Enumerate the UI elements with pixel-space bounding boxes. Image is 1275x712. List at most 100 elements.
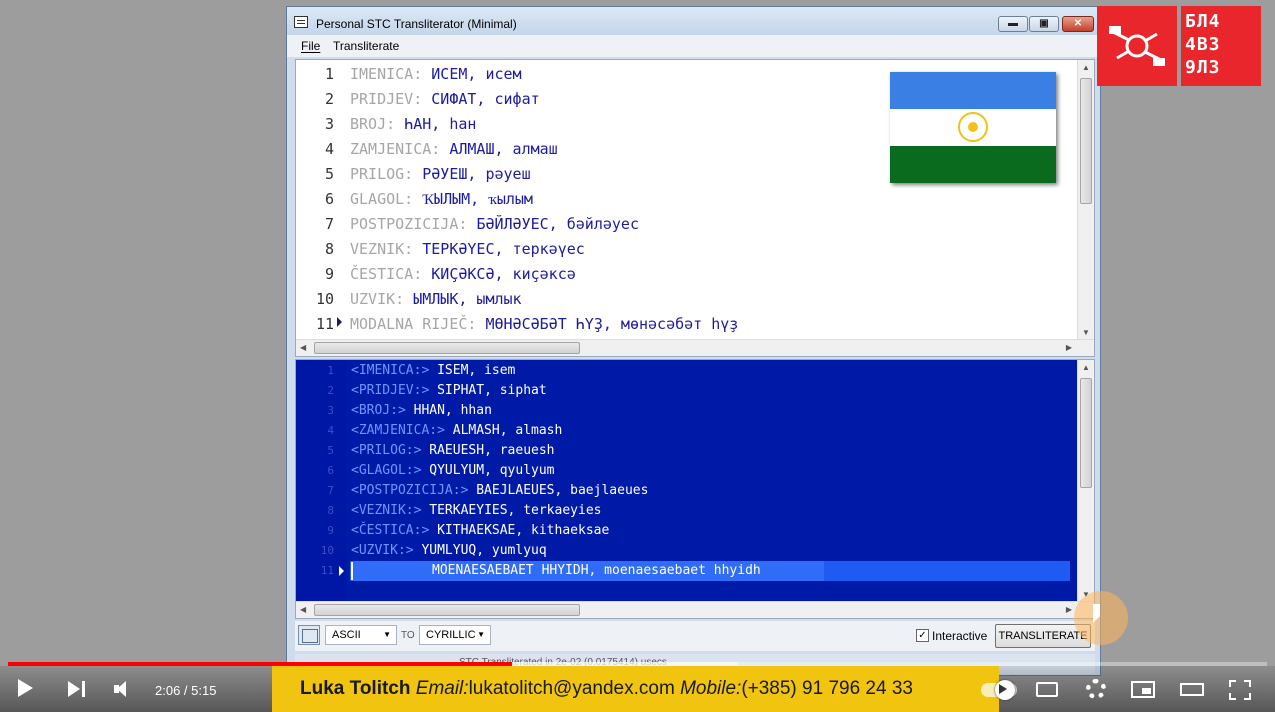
logo-text: БЛ4 4В3 9Л3 (1185, 11, 1221, 78)
code-line[interactable]: 1 <IMENICA:> ISEM, isem (296, 361, 1036, 381)
code-line[interactable]: 11 MODALNA RIJEČ: МӨНӘСӘБӘТ ҺҮҘ, мөнәсәбә… (296, 312, 1036, 337)
volume-icon[interactable] (114, 681, 128, 697)
menu-file[interactable]: File (301, 39, 320, 53)
code-line[interactable]: 3 <BROJ:> HHAN, hhan (296, 401, 1036, 421)
word-class-label: UZVIK: (350, 290, 405, 308)
word-class-label: VEZNIK: (350, 240, 414, 258)
to-label: TO (401, 630, 415, 641)
word-class-label: <PRIDJEV:> (351, 383, 430, 398)
code-line[interactable]: 4 <ZAMJENICA:> ALMASH, almash (296, 421, 1036, 441)
line-number: 2 (327, 384, 334, 397)
code-line[interactable]: 8 VEZNIK: ТЕРКӘҮЕС, теркәүес (296, 237, 1036, 262)
maximize-icon: ▣ (1039, 18, 1049, 29)
code-line[interactable]: 10 <UZVIK:> YUMLYUQ, yumlyuq (296, 541, 1036, 561)
menu-transliterate[interactable]: Transliterate (333, 39, 399, 53)
next-icon[interactable] (68, 681, 80, 697)
code-line[interactable]: 9 <ČESTICA:> KITHAEKSAE, kithaeksae (296, 521, 1036, 541)
line-marker-icon (339, 566, 344, 576)
keyboard-icon[interactable] (298, 625, 320, 645)
word-value: KITHAEKSAE, kithaeksae (437, 523, 610, 538)
line-content: <PRIDJEV:> SIPHAT, siphat (351, 381, 547, 401)
line-number: 9 (324, 265, 334, 283)
source-horizontal-scrollbar[interactable]: ◀ ▶ (296, 339, 1094, 356)
word-class-label: ČESTICA: (350, 265, 423, 283)
code-line[interactable]: 7 POSTPOZICIJA: БӘЙЛӘУЕС, бәйләуес (296, 212, 1036, 237)
line-marker-icon (337, 317, 342, 327)
mobile-value: (+385) 91 796 24 33 (741, 678, 913, 699)
code-line[interactable]: 11 MOENAESAEBAET HHYIDH, moenaesaebaet h… (296, 561, 1036, 581)
subtitles-icon[interactable] (1036, 682, 1058, 697)
code-line[interactable]: 10 UZVIK: ЫМЛЫК, ымлык (296, 287, 1036, 312)
output-horizontal-scrollbar[interactable]: ◀ ▶ (296, 601, 1094, 618)
output-hscroll-thumb[interactable] (314, 604, 580, 616)
scroll-right-arrow-icon[interactable]: ▶ (1066, 343, 1072, 352)
target-encoding-select[interactable]: CYRILLIC ▼ (419, 625, 491, 645)
fullscreen-corner-icon (1244, 680, 1251, 687)
line-content: <UZVIK:> YUMLYUQ, yumlyuq (351, 541, 547, 561)
source-vscroll-thumb[interactable] (1080, 78, 1092, 204)
word-value: QYULYUM, qyulyum (429, 463, 555, 478)
word-value: ҠЫЛЫМ, ҡылым (422, 190, 533, 208)
miniplayer-icon[interactable] (1131, 681, 1155, 698)
code-line[interactable]: 6 GLAGOL: ҠЫЛЫМ, ҡылым (296, 187, 1036, 212)
email-value: lukatolitch@yandex.com (468, 678, 675, 699)
line-number: 3 (324, 115, 334, 133)
title-bar[interactable]: Personal STC Transliterator (Minimal) ▬ … (287, 7, 1100, 35)
source-editor[interactable]: 1 IMENICA: ИСЕМ, исем 2 PRIDJEV: СИФАТ, сиф… (295, 59, 1095, 357)
code-line[interactable]: 8 <VEZNIK:> TERKAEYIES, terkaeyies (296, 501, 1036, 521)
bashkortostan-flag-image (890, 72, 1056, 183)
word-value: АЛМАШ, алмаш (449, 140, 558, 158)
scroll-up-arrow-icon[interactable]: ▲ (1082, 363, 1090, 372)
source-vertical-scrollbar[interactable]: ▲ ▼ (1077, 60, 1094, 339)
code-line[interactable]: 5 <PRILOG:> RAEUESH, raeuesh (296, 441, 1036, 461)
gear-icon[interactable] (1086, 679, 1106, 699)
mobile-label: Mobile: (680, 678, 742, 699)
line-content: <BROJ:> HHAN, hhan (351, 401, 492, 421)
kurai-flower-emblem-icon (958, 112, 988, 142)
close-button[interactable]: ✕ (1062, 16, 1094, 32)
word-class-label: <PRILOG:> (351, 443, 422, 458)
word-class-label: <ZAMJENICA:> (351, 423, 445, 438)
scroll-left-arrow-icon[interactable]: ◀ (300, 605, 306, 614)
minimize-button[interactable]: ▬ (998, 16, 1028, 32)
output-vertical-scrollbar[interactable]: ▲ ▼ (1077, 360, 1094, 601)
text-caret (351, 562, 353, 580)
scroll-down-arrow-icon[interactable]: ▼ (1082, 328, 1090, 337)
word-value: YUMLYUQ, yumlyuq (421, 543, 547, 558)
line-content: <POSTPOZICIJA:> BAEJLAEUES, baejlaeues (351, 481, 648, 501)
word-value: ТЕРКӘҮЕС, теркәүес (422, 240, 585, 258)
chevron-down-icon: ▼ (477, 630, 485, 639)
word-value: СИФАТ, сифат (431, 90, 540, 108)
line-content: PRIDJEV: СИФАТ, сифат (350, 87, 540, 112)
play-icon[interactable] (18, 679, 33, 697)
code-line[interactable]: 9 ČESTICA: КИҪӘКСӘ, киҫәксә (296, 262, 1036, 287)
scroll-right-arrow-icon[interactable]: ▶ (1066, 605, 1072, 614)
word-class-label: BROJ: (350, 115, 396, 133)
output-editor[interactable]: 1 <IMENICA:> ISEM, isem 2 <PRIDJEV:> SIPHAT… (295, 359, 1095, 619)
app-window: Personal STC Transliterator (Minimal) ▬ … (286, 6, 1101, 676)
app-icon (294, 16, 308, 28)
scroll-up-arrow-icon[interactable]: ▲ (1082, 63, 1090, 72)
contact-banner: Luka Tolitch Email:lukatolitch@yandex.co… (272, 666, 999, 712)
source-hscroll-thumb[interactable] (314, 342, 580, 354)
line-content: VEZNIK: ТЕРКӘҮЕС, теркәүес (350, 237, 585, 262)
scroll-left-arrow-icon[interactable]: ◀ (300, 343, 306, 352)
fullscreen-icon[interactable] (1229, 680, 1251, 700)
code-line[interactable]: 2 <PRIDJEV:> SIPHAT, siphat (296, 381, 1036, 401)
output-vscroll-thumb[interactable] (1080, 378, 1092, 488)
word-value: ҺАН, һан (404, 115, 477, 133)
code-line[interactable]: 6 <GLAGOL:> QYULYUM, qyulyum (296, 461, 1036, 481)
line-content: PRILOG: РӘУЕШ, рәуеш (350, 162, 531, 187)
maximize-button[interactable]: ▣ (1029, 16, 1059, 32)
theater-icon[interactable] (1180, 683, 1204, 696)
source-encoding-select[interactable]: ASCII ▼ (325, 625, 397, 645)
line-content: <PRILOG:> RAEUESH, raeuesh (351, 441, 555, 461)
line-number: 1 (324, 65, 334, 83)
interactive-checkbox[interactable]: ✓ (916, 629, 929, 642)
line-content: MOENAESAEBAET HHYIDH, moenaesaebaet hhyi… (432, 561, 761, 581)
line-number: 9 (327, 524, 334, 537)
code-line[interactable]: 7 <POSTPOZICIJA:> BAEJLAEUES, baejlaeues (296, 481, 1036, 501)
word-class-label: <GLAGOL:> (351, 463, 422, 478)
logo-satellite-tile (1097, 6, 1177, 86)
logo-text-tile: БЛ4 4В3 9Л3 (1181, 6, 1261, 86)
